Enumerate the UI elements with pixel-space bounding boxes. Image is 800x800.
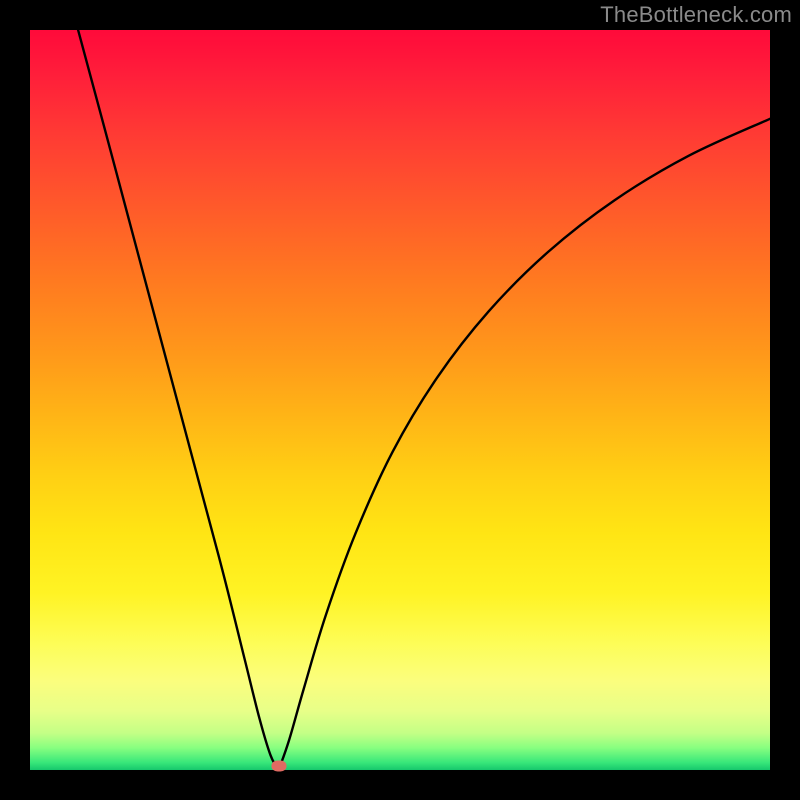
chart-frame: TheBottleneck.com	[0, 0, 800, 800]
bottleneck-curve	[30, 30, 770, 770]
watermark-text: TheBottleneck.com	[600, 2, 792, 28]
minimum-marker	[271, 761, 286, 772]
plot-area	[30, 30, 770, 770]
